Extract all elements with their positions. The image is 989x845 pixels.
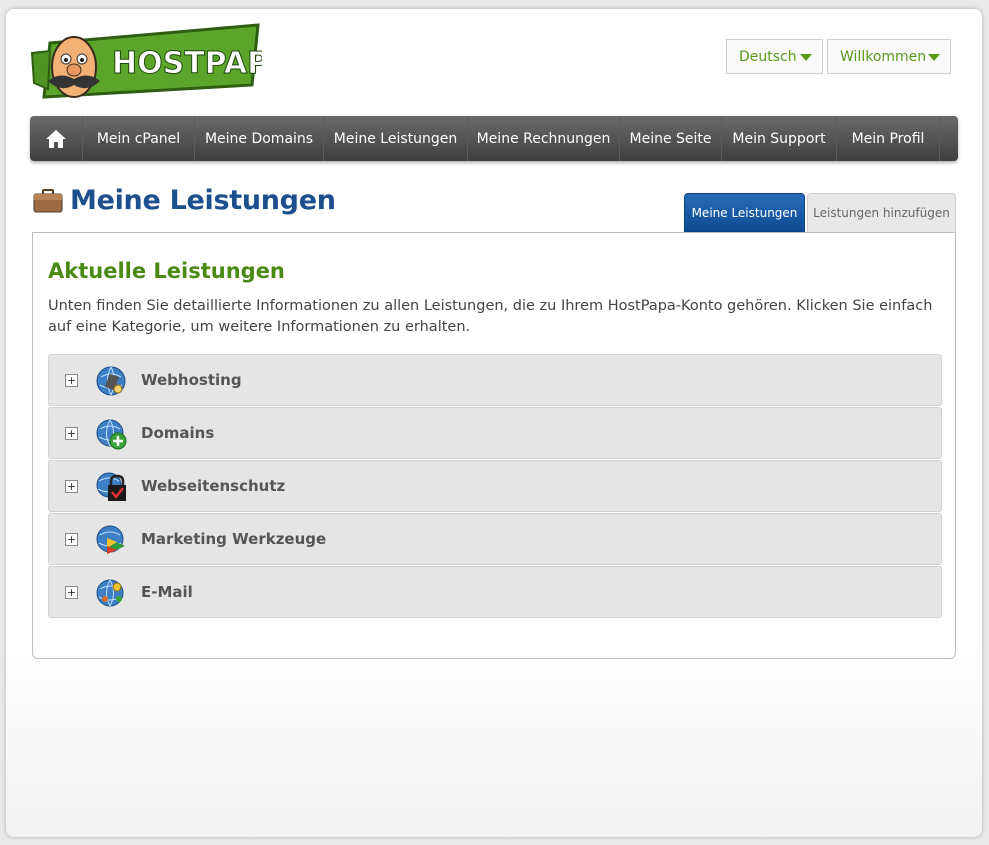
language-label: Deutsch — [739, 48, 797, 65]
webhosting-globe-icon — [96, 366, 126, 396]
nav-home[interactable] — [30, 116, 82, 161]
tab-my-services[interactable]: Meine Leistungen — [684, 193, 805, 232]
category-label: Webseitenschutz — [141, 477, 286, 495]
section-title: Aktuelle Leistungen — [48, 259, 285, 283]
category-email[interactable]: + E-Mail — [48, 566, 942, 618]
page-title: Meine Leistungen — [70, 185, 336, 216]
email-globe-icon — [96, 579, 124, 607]
nav-item-profile[interactable]: Mein Profil — [836, 116, 940, 161]
nav-item-services[interactable]: Meine Leistungen — [323, 116, 467, 161]
page-title-row: Meine Leistungen — [33, 185, 336, 216]
domains-globe-plus-icon — [96, 419, 127, 450]
svg-text:HOSTPAPA: HOSTPAPA — [112, 46, 262, 81]
caret-down-icon — [928, 54, 940, 61]
category-domains[interactable]: + Domains — [48, 407, 942, 459]
services-panel: Aktuelle Leistungen Unten finden Sie det… — [32, 232, 956, 659]
caret-down-icon — [800, 54, 812, 61]
user-menu-label: Willkommen — [840, 48, 927, 65]
expand-icon[interactable]: + — [65, 374, 78, 387]
user-menu-dropdown[interactable]: Willkommen — [827, 39, 951, 74]
intro-text: Unten finden Sie detaillierte Informatio… — [48, 298, 933, 335]
expand-icon[interactable]: + — [65, 533, 78, 546]
category-label: Domains — [141, 424, 215, 442]
nav-item-domains[interactable]: Meine Domains — [194, 116, 323, 161]
website-protection-lock-icon — [96, 472, 126, 501]
category-label: E-Mail — [141, 583, 193, 601]
category-webhosting[interactable]: + Webhosting — [48, 354, 942, 406]
expand-icon[interactable]: + — [65, 427, 78, 440]
marketing-globe-icon — [96, 525, 125, 554]
nav-item-support[interactable]: Mein Support — [721, 116, 836, 161]
nav-item-invoices[interactable]: Meine Rechnungen — [467, 116, 619, 161]
category-label: Marketing Werkzeuge — [141, 530, 327, 548]
page-container: HOSTPAPA Deutsch Willkommen Mein cPanel … — [6, 9, 982, 837]
main-nav: Mein cPanel Meine Domains Meine Leistung… — [30, 116, 958, 161]
expand-icon[interactable]: + — [65, 480, 78, 493]
expand-icon[interactable]: + — [65, 586, 78, 599]
nav-item-site[interactable]: Meine Seite — [619, 116, 721, 161]
category-marketing-tools[interactable]: + Marketing Werkzeuge — [48, 513, 942, 565]
category-label: Webhosting — [141, 371, 242, 389]
language-dropdown[interactable]: Deutsch — [726, 39, 823, 74]
category-website-protection[interactable]: + Webseitenschutz — [48, 460, 942, 512]
briefcase-icon — [33, 188, 63, 212]
tab-add-services[interactable]: Leistungen hinzufügen — [807, 193, 956, 232]
home-icon — [46, 129, 66, 148]
hostpapa-logo[interactable]: HOSTPAPA — [30, 23, 262, 109]
nav-item-cpanel[interactable]: Mein cPanel — [82, 116, 194, 161]
